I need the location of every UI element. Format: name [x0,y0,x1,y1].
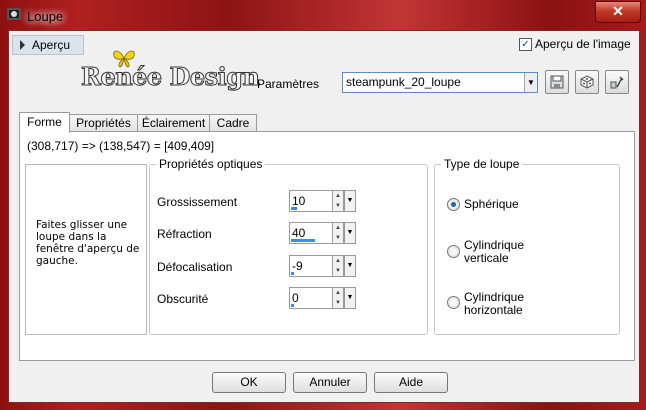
optical-properties-title: Propriétés optiques [156,157,266,171]
magnification-stepper[interactable]: ▲ ▼ [332,190,344,212]
optical-properties-group: Propriétés optiques Grossissement 10 ▲ ▼… [149,157,428,335]
dice-icon [580,75,594,89]
settings-button[interactable] [605,70,629,94]
arrow-up-icon[interactable]: ▲ [333,256,343,266]
radio-spherical[interactable] [447,198,460,211]
ok-button[interactable]: OK [212,372,286,393]
chevron-down-icon[interactable]: ▼ [344,255,356,277]
defocus-label: Défocalisation [157,260,233,274]
cancel-button[interactable]: Annuler [293,372,367,393]
darkness-input[interactable]: 0 [289,287,333,309]
instruction-text: Faites glisser une loupe dans la fenêtre… [36,219,140,267]
radio-spherical-label: Sphérique [464,197,519,211]
defocus-spinner[interactable]: -9 ▲ ▼ ▼ [289,255,356,277]
radio-cylindrical-vertical[interactable] [447,245,460,258]
arrow-up-icon[interactable]: ▲ [333,191,343,201]
coords-readout: (308,717) => (138,547) = [409,409] [27,139,215,153]
tab-forme[interactable]: Forme [19,112,70,133]
refraction-label: Réfraction [157,227,212,241]
preview-checkbox-label: Aperçu de l'image [535,37,631,51]
loupe-type-group: Type de loupe Sphérique Cylindrique vert… [434,157,620,335]
arrow-down-icon[interactable]: ▼ [333,266,343,276]
defocus-stepper[interactable]: ▲ ▼ [332,255,344,277]
dialog-client: Aperçu ✓ Aperçu de l'image Renée Design … [8,30,640,403]
chevron-down-icon[interactable]: ▼ [344,287,356,309]
refraction-level-bar [291,239,315,242]
tools-icon [610,76,624,89]
defocus-input[interactable]: -9 [289,255,333,277]
logo: Renée Design [81,50,260,94]
arrow-up-icon[interactable]: ▲ [333,288,343,298]
tab-panel-forme: (308,717) => (138,547) = [409,409] Faite… [19,131,635,361]
logo-text: Renée Design [81,62,261,92]
defocus-value: -9 [292,259,303,273]
preview-checkbox[interactable]: ✓ [519,38,532,51]
magnification-input[interactable]: 10 [289,190,333,212]
tab-eclairement[interactable]: Éclairement [137,114,210,132]
expand-arrow-icon [20,40,25,50]
chevron-down-icon[interactable]: ▼ [524,73,537,92]
refraction-input[interactable]: 40 [289,222,333,244]
chevron-down-icon[interactable]: ▼ [344,190,356,212]
tab-cadre[interactable]: Cadre [209,114,257,132]
arrow-down-icon[interactable]: ▼ [333,201,343,211]
params-label: Paramètres [257,77,320,91]
preset-select[interactable]: steampunk_20_loupe ▼ [342,72,538,93]
radio-cylindrical-horizontal-label: Cylindrique horizontale [464,290,525,317]
radio-cylindrical-horizontal[interactable] [447,296,460,309]
magnification-level-bar [291,207,297,210]
apercu-label: Aperçu [32,38,71,52]
arrow-down-icon[interactable]: ▼ [333,298,343,308]
darkness-level-bar [291,304,294,307]
save-preset-button[interactable] [545,70,569,94]
radio-cylindrical-vertical-label: Cylindrique verticale [464,238,525,265]
darkness-label: Obscurité [157,292,209,306]
refraction-stepper[interactable]: ▲ ▼ [332,222,344,244]
tab-proprietes[interactable]: Propriétés [69,114,138,132]
reset-button[interactable] [575,70,599,94]
darkness-spinner[interactable]: 0 ▲ ▼ ▼ [289,287,356,309]
magnification-label: Grossissement [157,195,238,209]
chevron-down-icon[interactable]: ▼ [344,222,356,244]
darkness-value: 0 [292,291,299,305]
loupe-type-title: Type de loupe [441,157,523,171]
camera-icon [7,8,21,20]
defocus-level-bar [291,272,294,275]
magnification-value: 10 [292,194,306,208]
arrow-up-icon[interactable]: ▲ [333,223,343,233]
title-bar[interactable]: Loupe ✕ [0,0,646,32]
preset-value: steampunk_20_loupe [346,75,461,89]
instruction-box: Faites glisser une loupe dans la fenêtre… [25,164,147,335]
refraction-value: 40 [292,226,306,240]
close-button[interactable]: ✕ [595,1,641,23]
help-button[interactable]: Aide [374,372,448,393]
apercu-toggle[interactable]: Aperçu [12,35,84,55]
refraction-spinner[interactable]: 40 ▲ ▼ ▼ [289,222,356,244]
window-title: Loupe [27,9,64,24]
dialog-window: Loupe ✕ Aperçu ✓ Aperçu de l'image Renée… [0,0,646,410]
darkness-stepper[interactable]: ▲ ▼ [332,287,344,309]
magnification-spinner[interactable]: 10 ▲ ▼ ▼ [289,190,356,212]
arrow-down-icon[interactable]: ▼ [333,233,343,243]
save-icon [550,75,564,89]
